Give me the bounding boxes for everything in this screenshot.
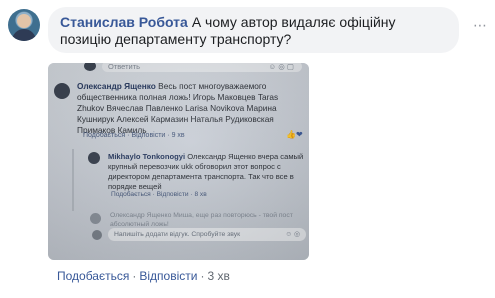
comment-actions: Подобається · Відповісти · 3 хв xyxy=(57,269,230,283)
comment-time[interactable]: 3 хв xyxy=(207,269,229,283)
photo-top-avatar xyxy=(84,63,96,71)
more-options-icon[interactable]: ⋯ xyxy=(471,18,489,36)
separator-dot: · xyxy=(132,269,137,283)
photo-top-field: Ответить ☺ ◎ ▢ xyxy=(102,63,302,72)
photo-input-icons: ☺ ◎ xyxy=(285,231,300,238)
photo-reply1-author: Mikhaylo Tonkonogyi xyxy=(108,152,186,161)
comment-bubble: Станислав Робота А чому автор видаляє офі… xyxy=(48,7,459,53)
photo-reply1-comment: Mikhaylo Tonkonogyi Олександр Ященко вче… xyxy=(108,152,304,192)
photo-main-author: Олександр Ященко xyxy=(77,81,156,91)
photo-main-time: 9 хв xyxy=(171,132,185,139)
photo-input-placeholder: Напишіть додати відгук. Спробуйте звук xyxy=(114,231,241,238)
photo-reply1-actions: Подобається · Відповісти · 8 хв xyxy=(111,191,207,198)
photo-top-field-label: Ответить xyxy=(108,63,141,71)
photo-reply1-like: Подобається xyxy=(111,191,151,198)
photo-thread-line xyxy=(72,149,74,211)
commenter-avatar[interactable] xyxy=(8,9,40,41)
photo-top-field-icons: ☺ ◎ ▢ xyxy=(268,63,294,71)
avatar-face xyxy=(17,14,31,28)
photo-input-field: Напишіть додати відгук. Спробуйте звук ☺… xyxy=(108,228,306,241)
photo-input-avatar xyxy=(92,230,102,240)
photo-main-actions: Подобається · Відповісти · 9 хв xyxy=(83,132,185,139)
comment-photo[interactable]: Ответить ☺ ◎ ▢ Олександр Ященко Весь пос… xyxy=(48,63,309,260)
photo-content: Ответить ☺ ◎ ▢ Олександр Ященко Весь пос… xyxy=(48,63,309,260)
photo-main-avatar xyxy=(54,83,70,99)
photo-reactions-icon: 👍❤ xyxy=(286,130,303,139)
photo-reply1-time: 8 хв xyxy=(194,191,207,198)
photo-reply1-avatar xyxy=(88,152,100,164)
photo-reply2-avatar xyxy=(90,213,101,224)
like-link[interactable]: Подобається xyxy=(57,269,129,283)
photo-reply2-text: Олександр Ященко Миша, еще раз повторюсь… xyxy=(110,212,293,228)
photo-main-reply: Відповісти xyxy=(131,132,166,139)
photo-reply1-reply: Відповісти xyxy=(156,191,189,198)
reply-link[interactable]: Відповісти xyxy=(139,269,197,283)
avatar-body xyxy=(12,29,36,41)
photo-main-comment: Олександр Ященко Весь пост многоуважаемо… xyxy=(77,81,303,136)
photo-main-like: Подобається xyxy=(83,132,126,139)
comment-author[interactable]: Станислав Робота xyxy=(60,14,188,30)
separator-dot: · xyxy=(200,269,205,283)
